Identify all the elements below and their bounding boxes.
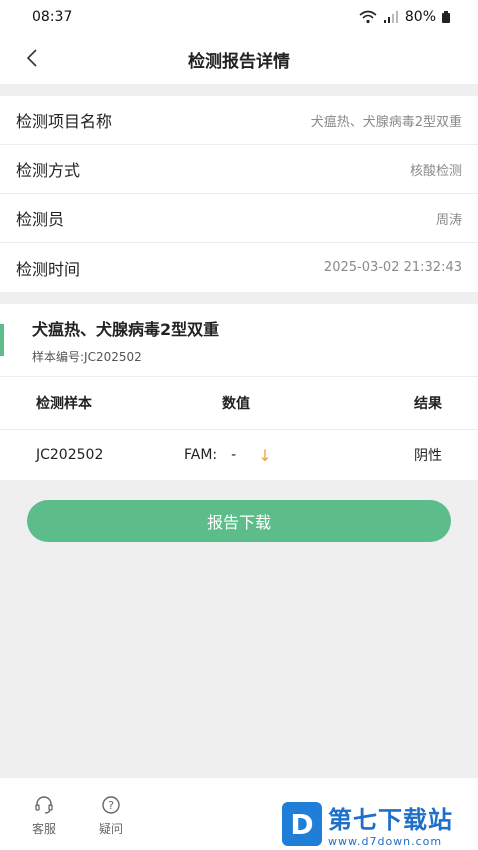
table-row: JC202502 FAM: - ↓ 阴性 [0,430,478,480]
table-header: 检测样本 数值 结果 [0,377,478,430]
column-header: 结果 [414,396,442,412]
tab-label: 客服 [32,822,57,836]
nav-bar: 检测报告详情 [0,34,478,84]
info-value: 犬瘟热、犬腺病毒2型双重 [310,114,462,130]
info-row-method: 检测方式 核酸检测 [0,145,478,194]
download-report-button[interactable]: 报告下载 [27,500,451,542]
info-label: 检测时间 [16,259,81,279]
sample-name: 犬瘟热、犬腺病毒2型双重 [32,320,220,339]
info-label: 检测员 [16,210,65,229]
sample-card: 犬瘟热、犬腺病毒2型双重 样本编号:JC202502 检测样本 数值 结果 JC… [0,304,478,480]
status-bar: 08:37 80% [0,0,478,34]
d7-logo-icon: D [282,802,322,846]
info-row-project: 检测项目名称 犬瘟热、犬腺病毒2型双重 [0,96,478,145]
sample-number: 样本编号:JC202502 [32,350,142,364]
info-row-time: 检测时间 2025-03-02 21:32:43 [0,243,478,292]
tab-customer-service[interactable]: 客服 [32,794,56,837]
sample-header: 犬瘟热、犬腺病毒2型双重 样本编号:JC202502 [0,304,478,377]
column-header: 检测样本 [36,396,92,412]
info-card: 检测项目名称 犬瘟热、犬腺病毒2型双重 检测方式 核酸检测 检测员 周涛 检测时… [0,96,478,292]
tab-label: 疑问 [99,822,124,836]
info-value: 周涛 [435,212,462,228]
page-title: 检测报告详情 [188,51,290,72]
accent-bar [0,324,4,356]
battery-percent: 80% [404,9,436,25]
info-label: 检测项目名称 [16,112,113,131]
wifi-icon [359,10,377,24]
signal-icon [383,11,398,23]
watermark-text: 第七下载站 www.d7down.com [328,800,453,848]
info-row-inspector: 检测员 周涛 [0,194,478,243]
watermark-url: www.d7down.com [328,835,443,848]
watermark-title: 第七下载站 [328,806,453,834]
channel-label: FAM: [184,447,218,463]
watermark-logo: D 第七下载站 www.d7down.com [282,800,453,848]
arrow-down-icon: ↓ [258,445,272,465]
question-icon: ? [100,794,122,816]
channel-value: - [231,447,237,463]
tab-questions[interactable]: ? 疑问 [99,794,123,837]
info-label: 检测方式 [16,161,81,180]
headset-icon [33,794,55,816]
sample-cell: JC202502 [36,447,104,463]
back-button[interactable] [18,44,46,72]
info-value: 2025-03-02 21:32:43 [323,260,462,275]
battery-icon [442,11,450,23]
chevron-left-icon [26,49,37,67]
status-icons: 80% [359,9,450,25]
result-cell: 阴性 [414,448,442,464]
value-cell: FAM: - ↓ [150,446,320,465]
info-value: 核酸检测 [409,163,462,179]
column-header: 数值 [222,396,250,412]
svg-text:?: ? [108,799,114,812]
status-time: 08:37 [32,9,73,25]
